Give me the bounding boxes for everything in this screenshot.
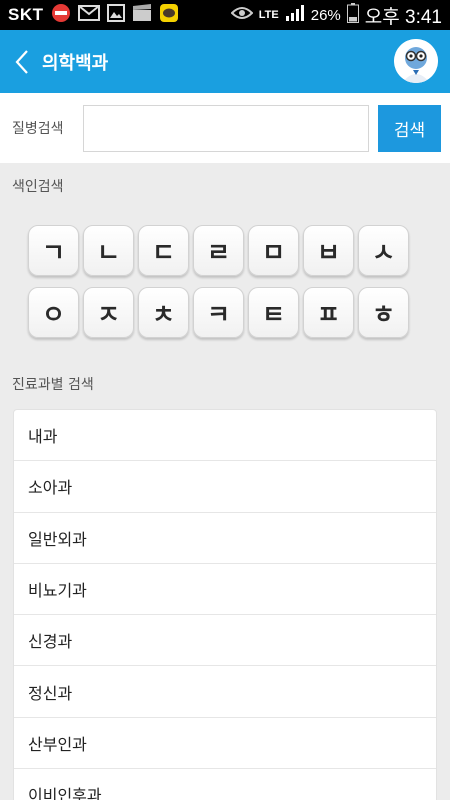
kakaotalk-icon [159,3,179,27]
index-search-label: 색인검색 [12,179,64,195]
index-key-jieut[interactable]: ㅈ [83,287,134,338]
chevron-left-icon [15,49,28,74]
status-bar: SKT LTE 26% 오후 3:41 [0,0,450,30]
app-notification-icon [51,3,71,27]
index-key-bieup[interactable]: ㅂ [303,225,354,276]
department-item-general-surgery[interactable]: 일반외과 [14,513,436,564]
search-button[interactable]: 검색 [378,105,441,152]
status-bar-right: LTE 26% 오후 3:41 [230,2,442,29]
carrier-label: SKT [8,5,44,24]
index-key-giyeok[interactable]: ㄱ [28,225,79,276]
index-key-chieut[interactable]: ㅊ [138,287,189,338]
department-item-pediatrics[interactable]: 소아과 [14,461,436,513]
index-key-siot[interactable]: ㅅ [358,225,409,276]
disease-search-panel: 질병검색 검색 [0,93,450,163]
avatar[interactable] [394,39,438,83]
index-key-ieung[interactable]: ㅇ [28,287,79,338]
department-item-internal-medicine[interactable]: 내과 [14,410,436,462]
index-key-tieut[interactable]: ㅌ [248,287,299,338]
department-item-ent[interactable]: 이비인후과 [14,769,436,800]
doctor-character-icon [394,39,438,83]
department-item-obstetrics[interactable]: 산부인과 [14,718,436,770]
clock: 오후 3:41 [364,6,442,28]
clapperboard-icon [132,4,152,26]
index-key-nieun[interactable]: ㄴ [83,225,134,276]
search-label: 질병검색 [12,121,64,137]
image-icon [106,4,125,26]
index-key-digeut[interactable]: ㄷ [138,225,189,276]
battery-icon [346,2,359,28]
index-key-mieum[interactable]: ㅁ [248,225,299,276]
status-bar-left: SKT [8,3,179,27]
lte-indicator: LTE [258,9,279,21]
department-item-psychiatry[interactable]: 정신과 [14,666,436,718]
department-search-label: 진료과별 검색 [12,377,94,393]
eye-icon [230,6,254,25]
index-key-hieut[interactable]: ㅎ [358,287,409,338]
department-item-neurology[interactable]: 신경과 [14,615,436,667]
page-title: 의학백과 [42,52,109,74]
mail-icon [77,5,100,25]
app-bar: 의학백과 [0,30,450,93]
battery-percent: 26% [310,6,341,24]
index-key-pieup[interactable]: ㅍ [303,287,354,338]
disease-search-input[interactable] [83,105,369,152]
index-key-rieul[interactable]: ㄹ [193,225,244,276]
back-button[interactable] [4,30,40,93]
index-keypad: ㄱ ㄴ ㄷ ㄹ ㅁ ㅂ ㅅ ㅇ ㅈ ㅊ ㅋ ㅌ ㅍ ㅎ [28,225,418,338]
signal-icon [285,4,305,27]
department-list: 내과 소아과 일반외과 비뇨기과 신경과 정신과 산부인과 이비인후과 [13,409,437,800]
department-item-urology[interactable]: 비뇨기과 [14,564,436,616]
index-key-kieuk[interactable]: ㅋ [193,287,244,338]
